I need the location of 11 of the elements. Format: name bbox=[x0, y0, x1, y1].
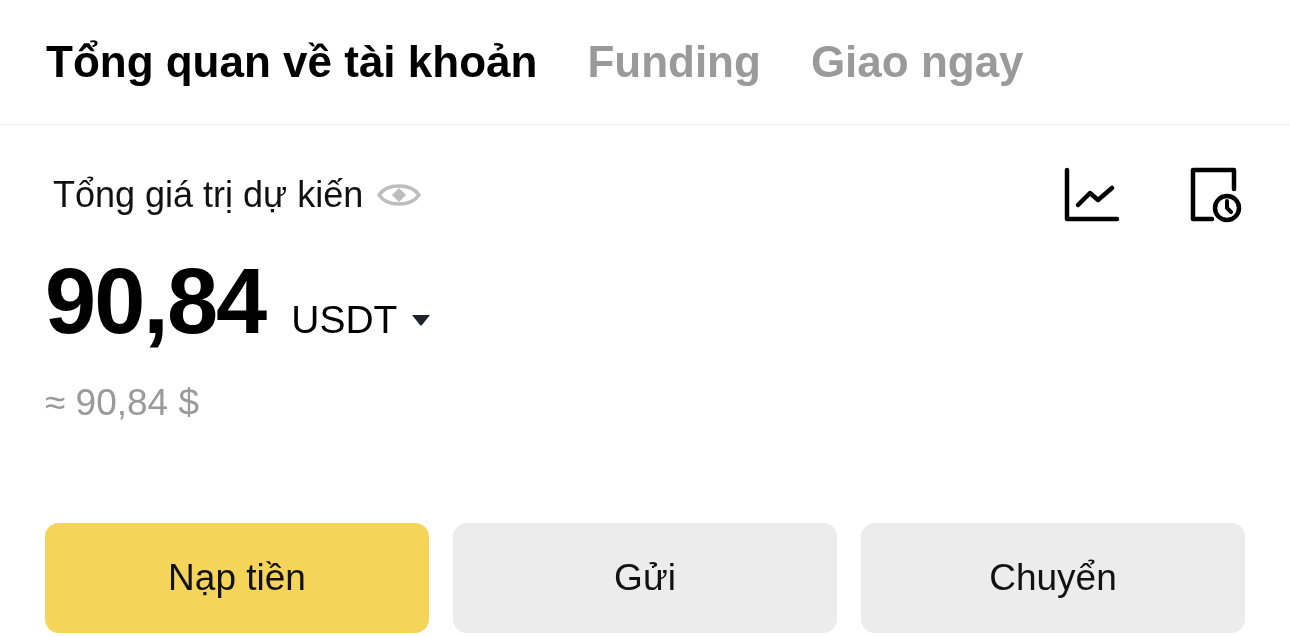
balance-label: Tổng giá trị dự kiến bbox=[53, 174, 364, 216]
balance-amount: 90,84 bbox=[45, 251, 266, 351]
document-clock-icon[interactable] bbox=[1190, 167, 1242, 223]
action-button[interactable]: Nạp tiền bbox=[45, 523, 429, 633]
line-chart-icon[interactable] bbox=[1064, 167, 1120, 223]
caret-icon bbox=[411, 314, 432, 326]
tab[interactable]: Tổng quan về tài khoản bbox=[46, 32, 538, 92]
action-button[interactable]: Gửi bbox=[453, 523, 837, 633]
currency-selector[interactable]: USDT bbox=[291, 298, 432, 342]
action-button[interactable]: Chuyển bbox=[861, 523, 1245, 633]
approx-value: ≈ 90,84 $ bbox=[45, 382, 200, 423]
